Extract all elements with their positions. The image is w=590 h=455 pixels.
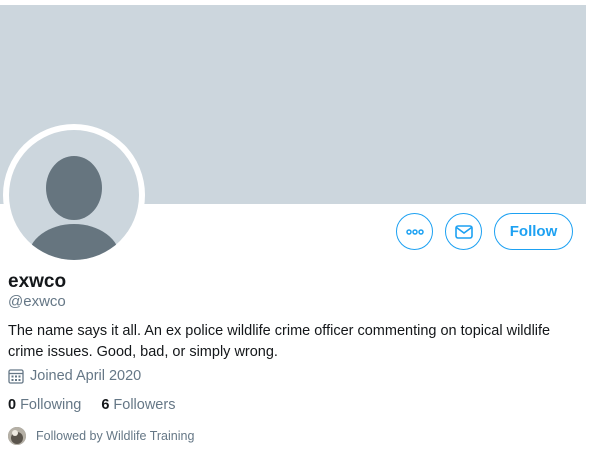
message-button[interactable] xyxy=(445,213,482,250)
follow-button[interactable]: Follow xyxy=(494,213,573,250)
following-count: 0 xyxy=(8,397,17,413)
follower-avatar xyxy=(8,427,26,445)
calendar-icon xyxy=(8,368,24,384)
profile-actions: Follow xyxy=(396,213,573,250)
envelope-icon xyxy=(454,224,473,239)
profile-page: Follow exwco @exwco The name says it all… xyxy=(0,0,590,455)
profile-bio: The name says it all. An ex police wildl… xyxy=(8,323,551,360)
followers-label: Followers xyxy=(113,397,176,413)
followed-by-label: Followed by Wildlife Training xyxy=(36,429,195,443)
follow-counts: 0 Following 6 Followers xyxy=(8,397,195,413)
more-icon xyxy=(405,228,424,235)
default-avatar-icon xyxy=(28,156,120,260)
avatar[interactable] xyxy=(9,130,139,260)
display-name: exwco xyxy=(8,271,67,292)
followers-count: 6 xyxy=(101,397,110,413)
following-link[interactable]: 0 Following xyxy=(8,397,81,413)
following-label: Following xyxy=(20,397,82,413)
joined-date: Joined April 2020 xyxy=(8,368,141,384)
joined-label: Joined April 2020 xyxy=(30,368,142,384)
followed-by[interactable]: Followed by Wildlife Training xyxy=(8,427,194,445)
more-button[interactable] xyxy=(396,213,433,250)
user-handle: @exwco xyxy=(8,293,66,310)
followers-link[interactable]: 6 Followers xyxy=(101,397,175,413)
